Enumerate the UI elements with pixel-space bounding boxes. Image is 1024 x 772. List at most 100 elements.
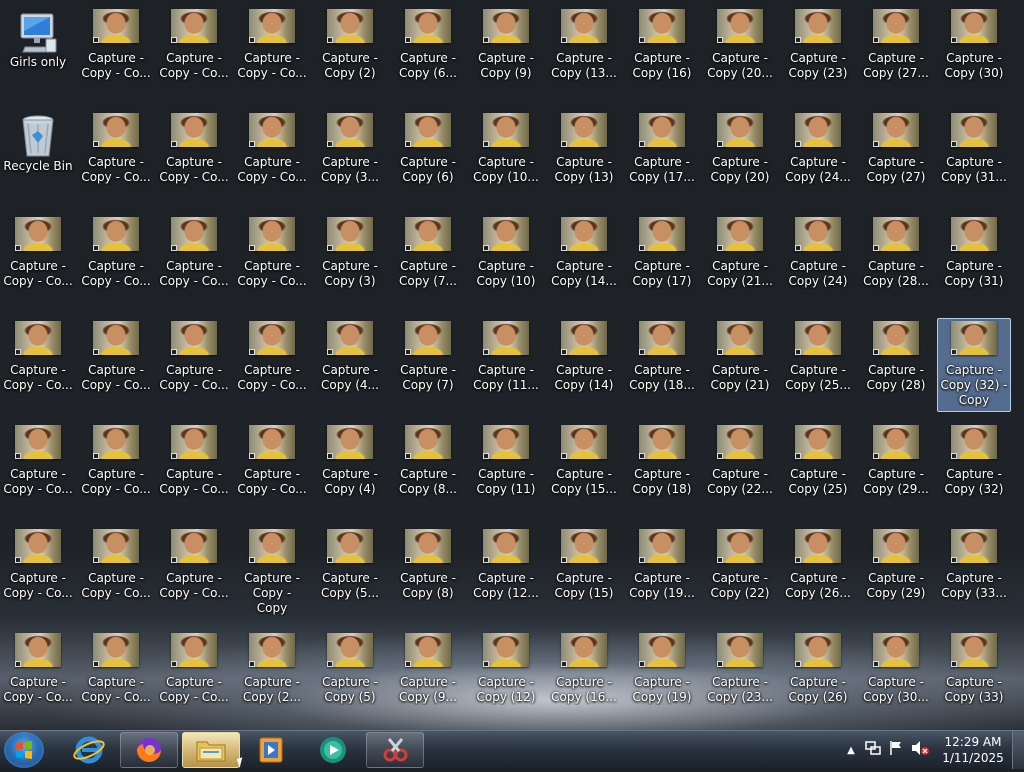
desktop-file-icon[interactable]: Capture - Copy (17) (625, 214, 699, 308)
desktop-file-icon[interactable]: Capture - Copy (14... (547, 214, 621, 308)
desktop-file-icon[interactable]: Capture - Copy (15... (547, 422, 621, 516)
desktop-file-icon[interactable]: Capture - Copy (29... (859, 422, 933, 516)
desktop-file-icon[interactable]: Capture - Copy - Co... (1, 318, 75, 412)
desktop-file-icon[interactable]: Capture - Copy (11... (469, 318, 543, 412)
desktop-file-icon[interactable]: Capture - Copy (27) (859, 110, 933, 204)
desktop-file-icon[interactable]: Capture - Copy (11) (469, 422, 543, 516)
desktop-file-icon[interactable]: Capture - Copy (5) (313, 630, 387, 724)
desktop-file-icon[interactable]: Capture - Copy - Co... (1, 214, 75, 308)
desktop-file-icon[interactable]: Capture - Copy (9) (469, 6, 543, 100)
desktop-file-icon[interactable]: Capture - Copy (6... (391, 6, 465, 100)
desktop-file-icon[interactable]: Capture - Copy - Co... (235, 6, 309, 100)
show-hidden-icons-arrow[interactable]: ▲ (844, 745, 858, 756)
desktop-file-icon[interactable]: Capture - Copy - Co... (157, 214, 231, 308)
desktop-file-icon[interactable]: Capture - Copy - Co... (79, 318, 153, 412)
desktop-file-icon[interactable]: Capture - Copy (33... (937, 526, 1011, 620)
desktop-file-icon[interactable]: Capture - Copy - Co... (79, 214, 153, 308)
desktop-file-icon[interactable]: Capture - Copy (33) (937, 630, 1011, 724)
desktop-file-icon[interactable]: Capture - Copy - Co... (235, 318, 309, 412)
desktop-file-icon[interactable]: Capture - Copy (23) (781, 6, 855, 100)
desktop-file-icon[interactable]: Capture - Copy (32) - Copy (937, 318, 1011, 412)
desktop-file-icon[interactable]: Capture - Copy (14) (547, 318, 621, 412)
desktop-file-icon[interactable]: Capture - Copy - Co... (79, 422, 153, 516)
desktop-file-icon[interactable]: Capture - Copy (4... (313, 318, 387, 412)
desktop-file-icon[interactable]: Capture - Copy (6) (391, 110, 465, 204)
desktop-file-icon[interactable]: Capture - Copy (8... (391, 422, 465, 516)
desktop-file-icon[interactable]: Capture - Copy (7) (391, 318, 465, 412)
volume-muted-icon[interactable] (910, 740, 930, 760)
desktop-file-icon[interactable]: Capture - Copy (26) (781, 630, 855, 724)
desktop-file-icon[interactable]: Capture - Copy (2... (235, 630, 309, 724)
desktop-file-icon[interactable]: Capture - Copy (19... (625, 526, 699, 620)
desktop-file-icon[interactable]: Capture - Copy (18... (625, 318, 699, 412)
network-icon[interactable] (864, 740, 882, 760)
desktop-file-icon[interactable]: Capture - Copy (2) (313, 6, 387, 100)
clock[interactable]: 12:29 AM 1/11/2025 (936, 734, 1010, 766)
desktop-file-icon[interactable]: Capture - Copy (13) (547, 110, 621, 204)
desktop-file-icon[interactable]: Capture - Copy - Co... (1, 630, 75, 724)
desktop-file-icon[interactable]: Capture - Copy (16) (625, 6, 699, 100)
desktop-file-icon[interactable]: Capture - Copy (8) (391, 526, 465, 620)
desktop-file-icon[interactable]: Capture - Copy (3... (313, 110, 387, 204)
desktop-file-icon[interactable]: Capture - Copy - Co... (157, 6, 231, 100)
desktop-file-icon[interactable]: Capture - Copy (22) (703, 526, 777, 620)
desktop-file-icon[interactable]: Capture - Copy (9... (391, 630, 465, 724)
desktop-file-icon[interactable]: Capture - Copy (20... (703, 6, 777, 100)
desktop-file-icon[interactable]: Capture - Copy (7... (391, 214, 465, 308)
desktop-file-icon[interactable]: Capture - Copy - Co... (79, 630, 153, 724)
firefox-icon[interactable] (120, 732, 178, 768)
windows-start-icon[interactable] (4, 732, 44, 768)
desktop-file-icon[interactable]: Capture - Copy (12) (469, 630, 543, 724)
desktop-file-icon[interactable]: Capture - Copy (28... (859, 214, 933, 308)
desktop-file-icon[interactable]: Capture - Copy (27... (859, 6, 933, 100)
desktop-file-icon[interactable]: Capture - Copy - Copy (235, 526, 309, 620)
media-center-icon[interactable] (304, 732, 362, 768)
action-center-flag-icon[interactable] (888, 740, 904, 760)
desktop-file-icon[interactable]: Capture - Copy - Co... (79, 526, 153, 620)
desktop-file-icon[interactable]: Capture - Copy (5... (313, 526, 387, 620)
desktop-file-icon[interactable]: Capture - Copy (21) (703, 318, 777, 412)
desktop-file-icon[interactable]: Capture - Copy (29) (859, 526, 933, 620)
desktop-file-icon[interactable]: Capture - Copy - Co... (235, 422, 309, 516)
desktop-file-icon[interactable]: Capture - Copy (4) (313, 422, 387, 516)
desktop-file-icon[interactable]: Capture - Copy - Co... (157, 318, 231, 412)
desktop-file-icon[interactable]: Capture - Copy (10... (469, 110, 543, 204)
desktop-file-icon[interactable]: Capture - Copy - Co... (79, 6, 153, 100)
desktop-file-icon[interactable]: Capture - Copy (22... (703, 422, 777, 516)
desktop-file-icon[interactable]: Capture - Copy - Co... (157, 110, 231, 204)
desktop-file-icon[interactable]: Capture - Copy (21... (703, 214, 777, 308)
desktop-file-icon[interactable]: Capture - Copy (10) (469, 214, 543, 308)
desktop-file-icon[interactable]: Capture - Copy (20) (703, 110, 777, 204)
internet-explorer-icon[interactable] (60, 732, 118, 768)
desktop-file-icon[interactable]: Capture - Copy (25... (781, 318, 855, 412)
desktop-icon-girls-only[interactable]: Girls only (1, 6, 75, 100)
desktop-file-icon[interactable]: Capture - Copy - Co... (157, 630, 231, 724)
desktop-file-icon[interactable]: Capture - Copy (15) (547, 526, 621, 620)
desktop-file-icon[interactable]: Capture - Copy (24) (781, 214, 855, 308)
file-explorer-icon[interactable] (182, 732, 240, 768)
desktop-file-icon[interactable]: Capture - Copy (19) (625, 630, 699, 724)
desktop-file-icon[interactable]: Capture - Copy - Co... (1, 526, 75, 620)
show-desktop-button[interactable] (1012, 731, 1024, 769)
desktop[interactable]: Girls only Recycle Bin Capture - Copy - … (0, 0, 1024, 730)
desktop-file-icon[interactable]: Capture - Copy (12... (469, 526, 543, 620)
desktop-file-icon[interactable]: Capture - Copy - Co... (1, 422, 75, 516)
desktop-file-icon[interactable]: Capture - Copy (30) (937, 6, 1011, 100)
desktop-file-icon[interactable]: Capture - Copy (13... (547, 6, 621, 100)
desktop-file-icon[interactable]: Capture - Copy - Co... (157, 422, 231, 516)
desktop-file-icon[interactable]: Capture - Copy - Co... (235, 214, 309, 308)
desktop-file-icon[interactable]: Capture - Copy - Co... (157, 526, 231, 620)
desktop-file-icon[interactable]: Capture - Copy (31... (937, 110, 1011, 204)
desktop-file-icon[interactable]: Capture - Copy (17... (625, 110, 699, 204)
desktop-file-icon[interactable]: Capture - Copy (30... (859, 630, 933, 724)
desktop-file-icon[interactable]: Capture - Copy (3) (313, 214, 387, 308)
desktop-file-icon[interactable]: Capture - Copy - Co... (235, 110, 309, 204)
desktop-file-icon[interactable]: Capture - Copy - Co... (79, 110, 153, 204)
desktop-file-icon[interactable]: Capture - Copy (28) (859, 318, 933, 412)
desktop-file-icon[interactable]: Capture - Copy (18) (625, 422, 699, 516)
desktop-file-icon[interactable]: Capture - Copy (32) (937, 422, 1011, 516)
desktop-file-icon[interactable]: Capture - Copy (25) (781, 422, 855, 516)
media-player-icon[interactable] (242, 732, 300, 768)
desktop-file-icon[interactable]: Capture - Copy (31) (937, 214, 1011, 308)
desktop-file-icon[interactable]: Capture - Copy (24... (781, 110, 855, 204)
